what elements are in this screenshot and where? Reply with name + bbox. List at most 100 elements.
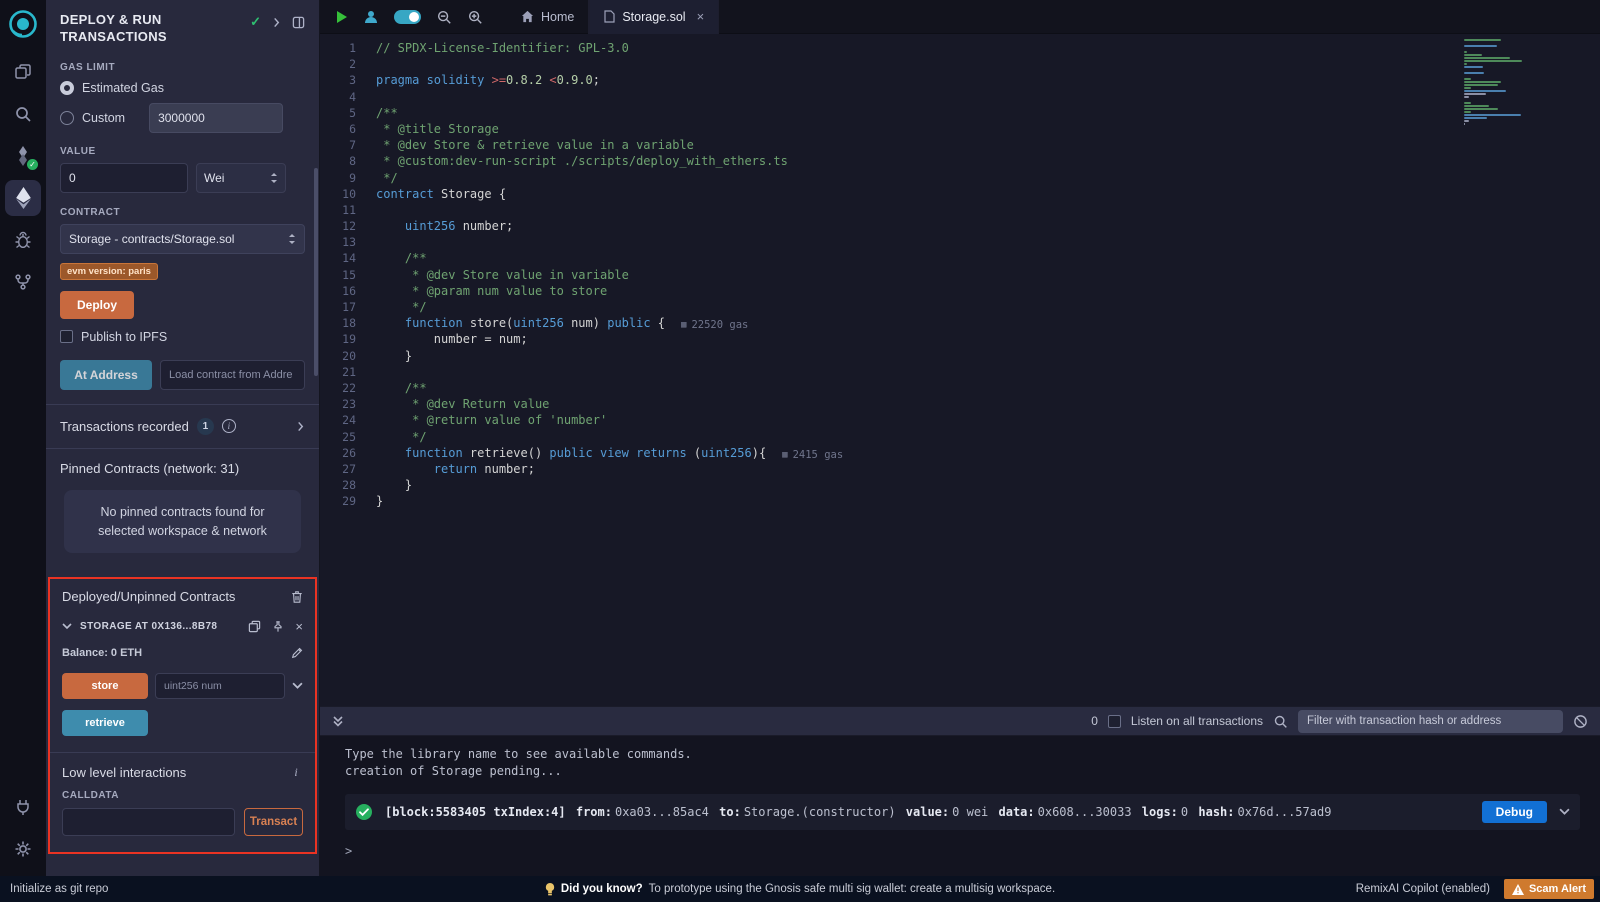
contract-instance-row[interactable]: STORAGE AT 0X136...8B78 × [62, 620, 303, 633]
code-line[interactable]: 19 number = num; [320, 331, 1600, 347]
value-input[interactable] [60, 163, 188, 193]
code-line[interactable]: 29} [320, 493, 1600, 509]
code-line[interactable]: 15 * @dev Store value in variable [320, 267, 1600, 283]
code-line[interactable]: 27 return number; [320, 461, 1600, 477]
transact-button[interactable]: Transact [244, 808, 303, 836]
code-line[interactable]: 14 /** [320, 250, 1600, 266]
copy-icon[interactable] [248, 620, 261, 633]
radio-icon[interactable] [60, 111, 74, 125]
code-line[interactable]: 7 * @dev Store & retrieve value in a var… [320, 137, 1600, 153]
publish-ipfs-option[interactable]: Publish to IPFS [60, 330, 305, 344]
transaction-log-entry[interactable]: [block:5583405 txIndex:4] from:0xa03...8… [345, 794, 1580, 830]
code-line[interactable]: 24 * @return value of 'number' [320, 412, 1600, 428]
pin-icon[interactable] [272, 620, 284, 633]
code-line[interactable]: 13 [320, 234, 1600, 250]
code-line[interactable]: 26 function retrieve() public view retur… [320, 445, 1600, 461]
tab-label: Storage.sol [622, 10, 685, 24]
chevron-down-icon[interactable] [1559, 808, 1570, 816]
chevron-right-icon[interactable] [296, 421, 305, 432]
expand-terminal-icon[interactable] [332, 715, 344, 727]
trash-icon[interactable] [291, 590, 303, 604]
debugger-icon[interactable] [0, 219, 46, 261]
terminal-toolbar: 0 Listen on all transactions [320, 706, 1600, 736]
deployed-contracts-title: Deployed/Unpinned Contracts [62, 589, 235, 604]
chevron-down-icon[interactable] [62, 623, 72, 630]
solidity-compiler-icon[interactable]: ✓ [0, 135, 46, 177]
zoom-in-icon[interactable] [467, 9, 483, 25]
settings-icon[interactable] [0, 828, 46, 870]
user-icon[interactable] [363, 9, 379, 25]
code-line[interactable]: 6 * @title Storage [320, 121, 1600, 137]
radio-selected-icon[interactable] [60, 81, 74, 95]
copilot-status[interactable]: RemixAI Copilot (enabled) [1356, 883, 1490, 895]
info-icon[interactable]: i [289, 766, 303, 780]
code-line[interactable]: 4 [320, 89, 1600, 105]
at-address-button[interactable]: At Address [60, 360, 152, 390]
code-line[interactable]: 2 [320, 56, 1600, 72]
store-argument-input[interactable] [155, 673, 285, 699]
code-line[interactable]: 5/** [320, 105, 1600, 121]
transactions-recorded-row[interactable]: Transactions recorded 1 i [46, 405, 319, 448]
code-line[interactable]: 3pragma solidity >=0.8.2 <0.9.0; [320, 72, 1600, 88]
code-line[interactable]: 25 */ [320, 429, 1600, 445]
value-unit-select[interactable]: Wei [196, 163, 286, 193]
chevron-down-icon[interactable] [292, 682, 303, 690]
contract-select[interactable]: Storage - contracts/Storage.sol [60, 224, 305, 254]
close-tab-icon[interactable]: × [697, 9, 705, 24]
deploy-button[interactable]: Deploy [60, 291, 134, 319]
run-script-icon[interactable] [336, 10, 348, 24]
code-line[interactable]: 9 */ [320, 170, 1600, 186]
code-line[interactable]: 17 */ [320, 299, 1600, 315]
checkbox-icon[interactable] [60, 330, 73, 343]
search-icon[interactable] [1273, 714, 1288, 729]
code-line[interactable]: 8 * @custom:dev-run-script ./scripts/dep… [320, 153, 1600, 169]
pin-panel-icon[interactable] [292, 16, 305, 29]
retrieve-function-button[interactable]: retrieve [62, 710, 148, 736]
code-editor[interactable]: 1// SPDX-License-Identifier: GPL-3.023pr… [320, 34, 1600, 706]
scam-alert-button[interactable]: Scam Alert [1504, 879, 1594, 899]
zoom-out-icon[interactable] [436, 9, 452, 25]
minimap-line [1464, 90, 1506, 92]
panel-scrollbar[interactable] [314, 168, 318, 376]
code-line[interactable]: 12 uint256 number; [320, 218, 1600, 234]
plugin-manager-icon[interactable] [0, 786, 46, 828]
terminal-prompt[interactable]: > [345, 844, 1580, 858]
debug-button[interactable]: Debug [1482, 801, 1547, 823]
remix-logo-icon[interactable] [8, 9, 38, 39]
chevron-right-icon[interactable] [272, 17, 281, 28]
stepper-arrows-icon [288, 233, 296, 245]
init-git-repo-button[interactable]: Initialize as git repo [0, 883, 108, 895]
custom-gas-input[interactable] [149, 103, 283, 133]
code-line[interactable]: 20 } [320, 348, 1600, 364]
filter-input[interactable] [1298, 710, 1563, 733]
code-line[interactable]: 28 } [320, 477, 1600, 493]
code-line[interactable]: 11 [320, 202, 1600, 218]
at-address-input[interactable] [160, 360, 305, 390]
git-icon[interactable] [0, 261, 46, 303]
workspaces-icon[interactable] [0, 51, 46, 93]
copilot-toggle[interactable] [394, 10, 421, 24]
line-number: 2 [320, 56, 376, 72]
tab-storage-sol[interactable]: Storage.sol × [589, 0, 719, 34]
terminal[interactable]: Type the library name to see available c… [320, 736, 1600, 876]
tab-home[interactable]: Home [507, 0, 589, 34]
search-icon[interactable] [0, 93, 46, 135]
info-icon[interactable]: i [222, 419, 236, 433]
code-line[interactable]: 22 /** [320, 380, 1600, 396]
deploy-run-icon[interactable] [0, 177, 46, 219]
minimap[interactable] [1464, 39, 1526, 125]
custom-gas-option[interactable]: Custom [60, 103, 305, 133]
edit-icon[interactable] [291, 647, 303, 659]
code-line[interactable]: 10contract Storage { [320, 186, 1600, 202]
block-transactions-icon[interactable] [1573, 714, 1588, 729]
estimated-gas-option[interactable]: Estimated Gas [60, 81, 305, 95]
store-function-button[interactable]: store [62, 673, 148, 699]
listen-checkbox[interactable] [1108, 715, 1121, 728]
calldata-input[interactable] [62, 808, 235, 836]
code-line[interactable]: 16 * @param num value to store [320, 283, 1600, 299]
code-line[interactable]: 1// SPDX-License-Identifier: GPL-3.0 [320, 40, 1600, 56]
code-line[interactable]: 23 * @dev Return value [320, 396, 1600, 412]
code-line[interactable]: 21 [320, 364, 1600, 380]
code-line[interactable]: 18 function store(uint256 num) public {▦… [320, 315, 1600, 331]
close-icon[interactable]: × [295, 620, 303, 633]
